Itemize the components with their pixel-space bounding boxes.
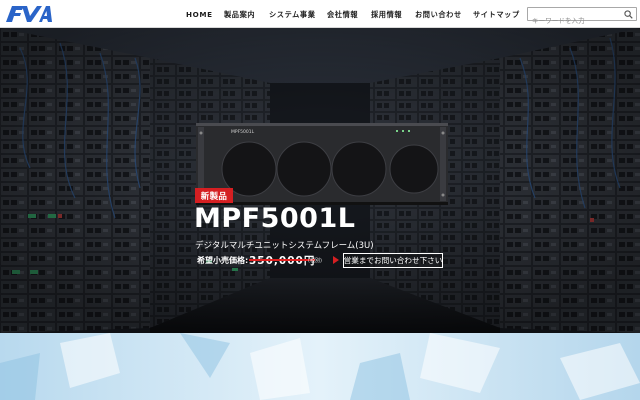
product-plate-label: MPF5001L [231, 129, 255, 135]
price-tax-note: (税別) [308, 258, 322, 264]
new-product-badge: 新製品 [195, 188, 233, 203]
nav-contact[interactable]: お問い合わせ [415, 10, 462, 20]
fva-logo[interactable] [6, 5, 52, 23]
nav-company[interactable]: 会社情報 [327, 10, 358, 20]
search-box [527, 7, 637, 27]
arrow-right-icon [333, 256, 339, 264]
search-icon[interactable] [624, 10, 633, 19]
nav-systems[interactable]: システム事業 [269, 10, 316, 20]
nav-recruit[interactable]: 採用情報 [371, 10, 402, 20]
product-model: MPF5001L [194, 203, 356, 234]
search-input[interactable] [528, 15, 622, 27]
price-label: 希望小売価格: [197, 256, 249, 265]
lower-banner [0, 333, 640, 400]
product-image: MPF5001L [196, 123, 448, 205]
contact-sales-button[interactable]: 営業までお問い合わせ下さい [343, 253, 443, 268]
nav-home[interactable]: HOME [186, 10, 213, 19]
nav-sitemap[interactable]: サイトマップ [473, 10, 520, 20]
light-background [0, 333, 640, 400]
price-value: 350,000円 [249, 255, 316, 267]
site-header: HOME 製品案内 システム事業 会社情報 採用情報 お問い合わせ サイトマップ [0, 0, 640, 28]
hero-banner: MPF5001L 新製品 MPF5001L デジタルマルチユニットシステムフレー… [0, 28, 640, 333]
nav-products[interactable]: 製品案内 [224, 10, 255, 20]
product-subtitle: デジタルマルチユニットシステムフレーム(3U) [195, 241, 374, 251]
